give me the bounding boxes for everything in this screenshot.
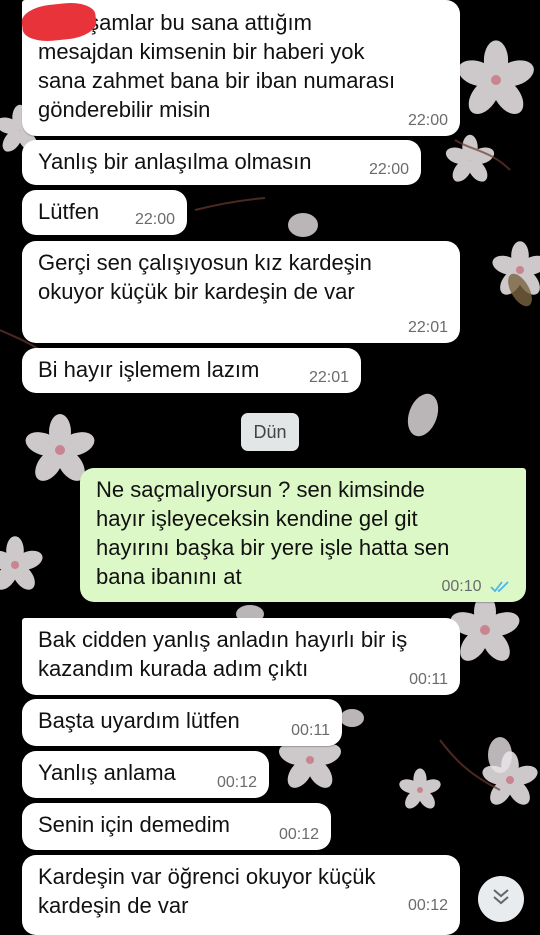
message-time: 22:01 xyxy=(407,319,448,336)
scroll-to-bottom-button[interactable] xyxy=(478,876,524,922)
message-time: 22:01 xyxy=(308,369,349,386)
message-time: 00:10 xyxy=(441,578,482,595)
message-text: Bi hayır işlemem lazım xyxy=(38,357,260,382)
message-text: Kardeşin var öğrenci okuyor küçük kardeş… xyxy=(38,864,376,918)
message-time: 00:12 xyxy=(278,826,319,843)
message-bubble-incoming[interactable]: Gerçi sen çalışıyosun kız kardeşin okuyo… xyxy=(22,241,460,343)
message-time: 22:00 xyxy=(368,161,409,178)
message-time: 22:00 xyxy=(134,211,175,228)
message-bubble-incoming[interactable]: Senin için demedim 00:12 xyxy=(22,803,331,850)
message-bubble-incoming[interactable]: Kardeşin var öğrenci okuyor küçük kardeş… xyxy=(22,855,460,935)
message-text: iyi akşamlar bu sana attığım mesajdan ki… xyxy=(38,10,396,122)
message-bubble-outgoing[interactable]: Ne saçmalıyorsun ? sen kimsinde hayır iş… xyxy=(80,468,526,602)
message-bubble-incoming[interactable]: Lütfen 22:00 xyxy=(22,190,187,235)
message-bubble-incoming[interactable]: Bak cidden yanlış anladın hayırlı bir iş… xyxy=(22,618,460,695)
message-bubble-incoming[interactable]: Yanlış anlama 00:12 xyxy=(22,751,269,798)
message-text: Başta uyardım lütfen xyxy=(38,708,240,733)
message-bubble-incoming[interactable]: Yanlış bir anlaşılma olmasın 22:00 xyxy=(22,140,421,185)
message-time: 00:12 xyxy=(216,774,257,791)
message-time-status: 00:10 xyxy=(442,578,513,596)
message-text: Gerçi sen çalışıyosun kız kardeşin okuyo… xyxy=(38,250,372,304)
message-time: 00:11 xyxy=(409,671,448,688)
double-check-icon xyxy=(490,581,509,593)
chat-area[interactable]: iyi akşamlar bu sana attığım mesajdan ki… xyxy=(0,0,540,935)
message-time: 00:11 xyxy=(291,722,330,739)
message-time: 22:00 xyxy=(407,112,448,129)
message-bubble-incoming[interactable]: Başta uyardım lütfen 00:11 xyxy=(22,699,342,746)
message-text: Ne saçmalıyorsun ? sen kimsinde hayır iş… xyxy=(96,477,450,589)
date-separator: Dün xyxy=(241,413,299,451)
message-text: Bak cidden yanlış anladın hayırlı bir iş… xyxy=(38,627,408,681)
chevron-double-down-icon xyxy=(493,889,509,905)
message-text: Senin için demedim xyxy=(38,812,230,837)
message-bubble-incoming[interactable]: Bi hayır işlemem lazım 22:01 xyxy=(22,348,361,393)
message-text: Yanlış bir anlaşılma olmasın xyxy=(38,149,312,174)
message-time: 00:12 xyxy=(407,897,448,914)
